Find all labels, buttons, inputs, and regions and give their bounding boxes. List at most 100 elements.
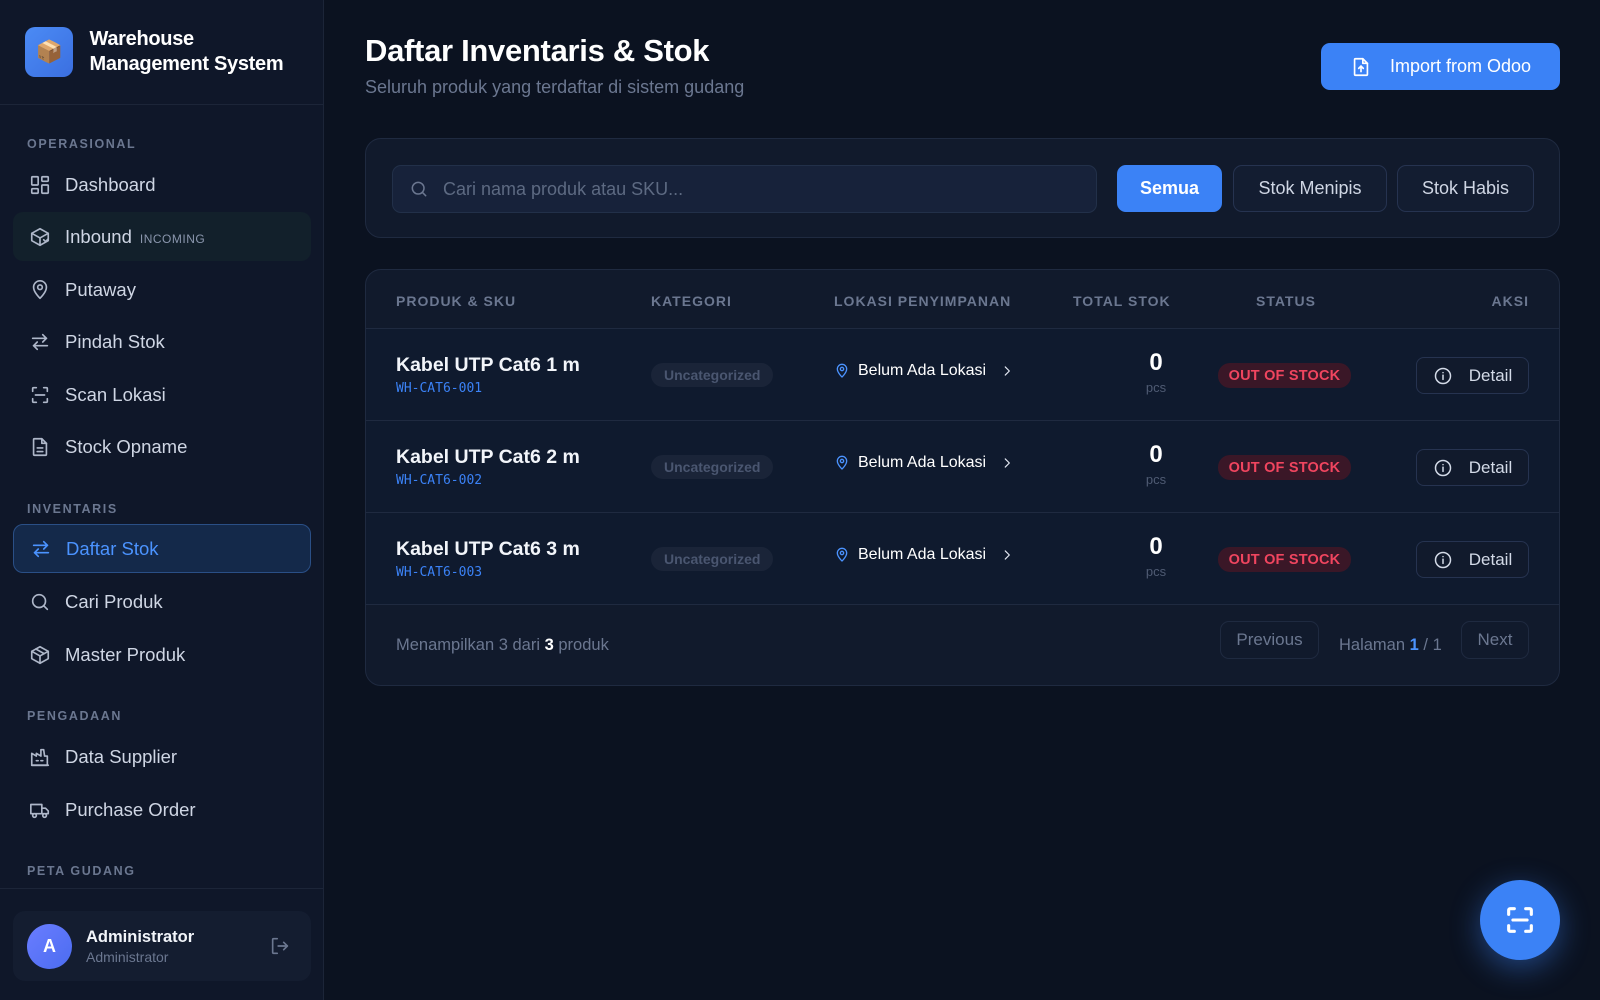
section-label-peta-gudang: PETA GUDANG <box>27 864 136 878</box>
user-info: Administrator Administrator <box>86 928 194 965</box>
sidebar-item-stock-opname[interactable]: Stock Opname <box>13 422 311 471</box>
page-prefix: Halaman <box>1339 636 1406 654</box>
product-name: Kabel UTP Cat6 1 m <box>396 354 580 376</box>
sidebar-item-pindah-stok[interactable]: Pindah Stok <box>13 317 311 366</box>
result-count: Menampilkan 3 dari 3 produk <box>396 636 609 655</box>
stock-unit: pcs <box>1145 472 1167 487</box>
column-header-lokasi: LOKASI PENYIMPANAN <box>834 293 1012 309</box>
scan-icon <box>31 386 49 403</box>
factory-icon <box>30 748 50 766</box>
column-header-status: STATUS <box>1256 293 1316 309</box>
info-icon <box>1434 551 1452 568</box>
category-badge: Uncategorized <box>651 455 774 479</box>
map-pin-icon <box>32 279 48 299</box>
import-label: Import from Odoo <box>1389 56 1532 76</box>
sidebar-divider <box>0 888 323 889</box>
sidebar-item-label: Master Produk <box>65 643 186 665</box>
sidebar-item-label: Dashboard <box>65 173 156 195</box>
app-title: Warehouse Management System <box>89 28 284 75</box>
stock-unit: pcs <box>1145 380 1167 395</box>
map-pin-icon <box>836 455 848 470</box>
chevron-right-icon <box>1004 458 1010 468</box>
arrows-transfer-icon <box>31 333 49 350</box>
sidebar-item-label: Daftar Stok <box>66 537 159 559</box>
section-label-operasional: OPERASIONAL <box>27 137 137 151</box>
detail-button[interactable]: Detail <box>1416 541 1529 578</box>
filter-card: Semua Stok Menipis Stok Habis <box>365 138 1560 238</box>
inventory-table: PRODUK & SKU KATEGORI LOKASI PENYIMPANAN… <box>365 269 1560 686</box>
table-row: Kabel UTP Cat6 3 m WH-CAT6-003 Uncategor… <box>366 513 1559 605</box>
scan-fab-button[interactable] <box>1480 880 1560 960</box>
page-title: Daftar Inventaris & Stok <box>365 33 710 68</box>
sidebar-item-label: Cari Produk <box>65 590 163 612</box>
detail-button[interactable]: Detail <box>1416 357 1529 394</box>
stock-unit: pcs <box>1145 564 1167 579</box>
sidebar-item-label: Purchase Order <box>65 798 196 820</box>
sidebar-item-cari-produk[interactable]: Cari Produk <box>13 577 311 626</box>
info-icon <box>1434 367 1452 384</box>
column-header-aksi: AKSI <box>1491 293 1529 309</box>
category-badge: Uncategorized <box>651 547 774 571</box>
section-label-inventaris: INVENTARIS <box>27 502 118 516</box>
stock-quantity: 0 <box>1149 441 1163 468</box>
filter-chip-semua[interactable]: Semua <box>1117 165 1222 212</box>
sidebar-item-inbound[interactable]: Inbound INCOMING <box>13 212 311 261</box>
document-icon <box>32 437 48 456</box>
location-label: Belum Ada Lokasi <box>858 454 987 471</box>
sidebar-item-label: Inbound <box>65 225 132 247</box>
filter-chip-stok-menipis[interactable]: Stok Menipis <box>1233 165 1387 212</box>
sidebar-item-putaway[interactable]: Putaway <box>13 265 311 314</box>
user-name: Administrator <box>86 927 195 946</box>
detail-label: Detail <box>1468 365 1513 385</box>
previous-button[interactable]: Previous <box>1220 621 1319 659</box>
page-subtitle: Seluruh produk yang terdaftar di sistem … <box>365 77 745 97</box>
box-icon <box>30 645 50 664</box>
sidebar-item-daftar-stok[interactable]: Daftar Stok <box>13 524 311 573</box>
avatar: A <box>27 923 72 969</box>
logout-button[interactable] <box>269 935 291 962</box>
stock-quantity: 0 <box>1149 533 1163 560</box>
category-badge: Uncategorized <box>651 363 774 387</box>
info-icon <box>1434 459 1452 476</box>
product-name: Kabel UTP Cat6 3 m <box>396 538 580 560</box>
result-count-suffix: produk <box>558 636 609 654</box>
package-inbound-icon <box>30 227 50 246</box>
location-link[interactable]: Belum Ada Lokasi <box>834 362 1014 380</box>
location-label: Belum Ada Lokasi <box>858 362 987 379</box>
sidebar-item-dashboard[interactable]: Dashboard <box>13 160 311 209</box>
stock-quantity: 0 <box>1149 349 1163 376</box>
sidebar-item-scan-lokasi[interactable]: Scan Lokasi <box>13 370 311 419</box>
search-input[interactable] <box>443 178 1063 200</box>
sidebar-item-label: Stock Opname <box>65 435 188 457</box>
sidebar-item-purchase-order[interactable]: Purchase Order <box>13 785 311 834</box>
detail-button[interactable]: Detail <box>1416 449 1529 486</box>
import-from-odoo-button[interactable]: Import from Odoo <box>1321 43 1560 90</box>
sidebar-item-data-supplier[interactable]: Data Supplier <box>13 732 311 781</box>
product-sku: WH-CAT6-003 <box>396 565 483 580</box>
sidebar-item-master-produk[interactable]: Master Produk <box>13 630 311 679</box>
location-link[interactable]: Belum Ada Lokasi <box>834 454 1014 472</box>
brand: 📦 Warehouse Management System <box>0 0 323 105</box>
map-pin-icon <box>836 363 848 378</box>
table-row: Kabel UTP Cat6 1 m WH-CAT6-001 Uncategor… <box>366 329 1559 421</box>
scan-icon <box>1507 907 1533 933</box>
location-link[interactable]: Belum Ada Lokasi <box>834 546 1014 564</box>
location-label: Belum Ada Lokasi <box>858 546 987 563</box>
column-header-total-stok: TOTAL STOK <box>1073 293 1171 309</box>
sidebar-item-label: Putaway <box>65 278 136 300</box>
page-current: 1 <box>1409 636 1419 654</box>
chevron-right-icon <box>1004 550 1010 560</box>
product-sku: WH-CAT6-001 <box>396 381 483 396</box>
status-badge: OUT OF STOCK <box>1218 455 1351 480</box>
sidebar-item-label: Scan Lokasi <box>65 383 166 405</box>
sidebar-item-label: Data Supplier <box>65 745 178 767</box>
truck-icon <box>30 803 50 818</box>
user-role: Administrator <box>86 948 169 965</box>
next-button[interactable]: Next <box>1461 621 1529 659</box>
search-box <box>392 165 1097 213</box>
page-total: / 1 <box>1423 636 1442 654</box>
product-name: Kabel UTP Cat6 2 m <box>396 446 580 468</box>
filter-chip-stok-habis[interactable]: Stok Habis <box>1397 165 1534 212</box>
column-header-kategori: KATEGORI <box>651 293 732 309</box>
chevron-right-icon <box>1004 366 1010 376</box>
